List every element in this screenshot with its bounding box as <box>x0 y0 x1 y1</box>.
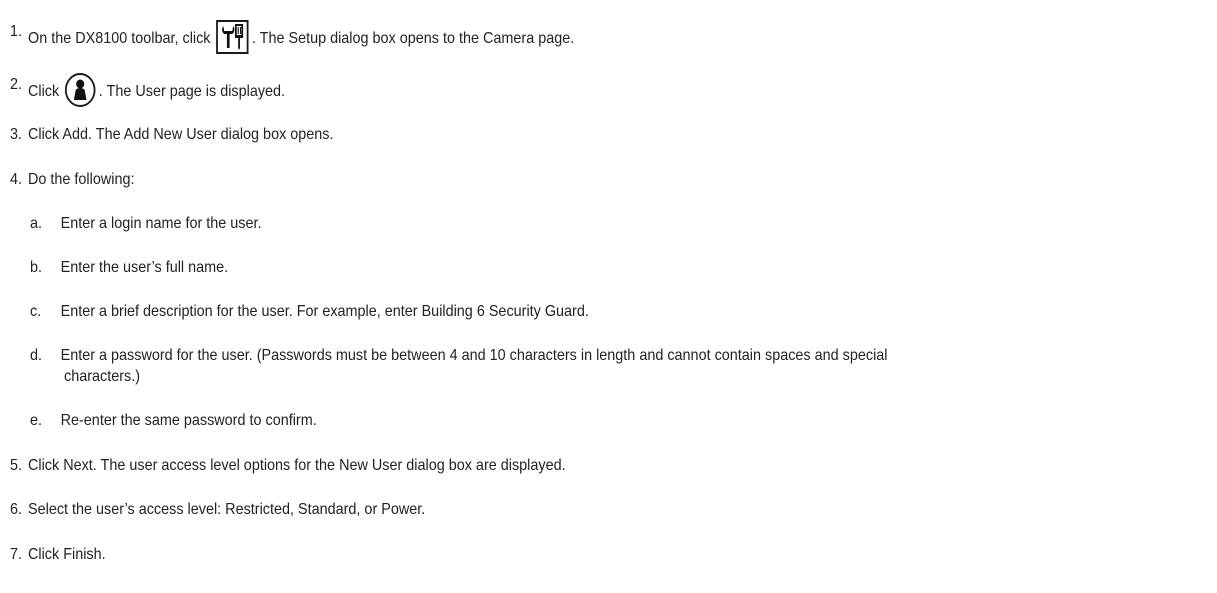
step-number: 6. <box>10 501 23 518</box>
step-number: 5. <box>10 457 23 474</box>
step-text: Do the following: <box>28 171 135 188</box>
substep-letter: a. <box>30 215 43 232</box>
substep-text: Enter the user’s full name. <box>60 259 229 276</box>
substep-letter: b. <box>30 259 43 276</box>
step-number: 3. <box>10 126 23 143</box>
substep-d-continuation: characters.) <box>64 368 141 385</box>
substep-text: Enter a password for the user. (Password… <box>60 347 888 364</box>
step-text: Click <box>28 83 60 100</box>
step-number: 2. <box>10 76 23 93</box>
step-text: Click Next. The user access level option… <box>28 457 566 474</box>
substep-text: Enter a brief description for the user. … <box>60 303 589 320</box>
step-text-after: . The User page is displayed. <box>98 83 286 100</box>
substep-letter: c. <box>30 303 42 320</box>
substep-text: Enter a login name for the user. <box>60 215 262 232</box>
instruction-page: 1. On the DX8100 toolbar, click . The Se… <box>0 0 1217 593</box>
substep-text: Re-enter the same password to confirm. <box>60 412 317 429</box>
substep-letter: d. <box>30 347 43 364</box>
step-text: Click Finish. <box>28 546 106 563</box>
step-number: 1. <box>10 23 23 40</box>
step-number: 7. <box>10 546 23 563</box>
step-text: On the DX8100 toolbar, click <box>28 30 211 47</box>
setup-tools-icon <box>215 20 249 54</box>
user-icon <box>64 73 96 107</box>
step-text: Click Add. The Add New User dialog box o… <box>28 126 334 143</box>
step-text-after: . The Setup dialog box opens to the Came… <box>251 30 575 47</box>
substep-letter: e. <box>30 412 43 429</box>
step-number: 4. <box>10 171 23 188</box>
step-text: Select the user’s access level: Restrict… <box>28 501 426 518</box>
